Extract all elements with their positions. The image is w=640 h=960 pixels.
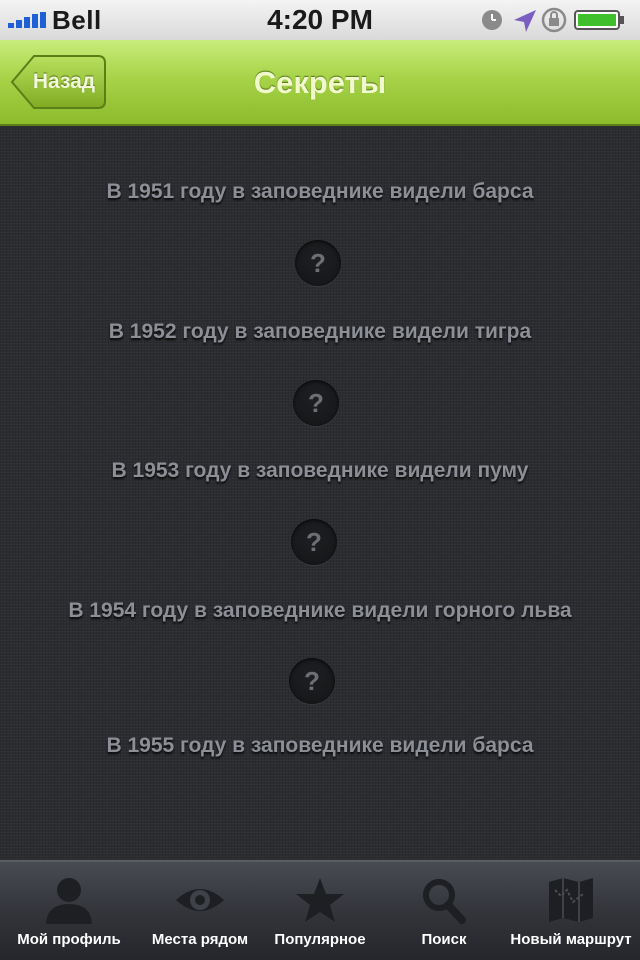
tab-search[interactable]: Поиск [378,862,510,960]
tab-label: Мой профиль [17,931,121,948]
tab-label: Места рядом [151,931,249,948]
map-icon [549,878,593,922]
tab-label: Новый маршрут [510,931,632,948]
star-icon [296,878,344,922]
secret-item-text: В 1953 году в заповеднике видели пуму [111,459,529,482]
secret-item-text: В 1954 году в заповеднике видели горного… [68,599,572,622]
navigation-bar: Назад Секреты [0,40,640,126]
search-icon [423,879,466,924]
tab-label: Популярное [274,931,366,948]
eye-icon [176,889,224,911]
secret-item-text: В 1951 году в заповеднике видели барса [106,180,534,203]
location-arrow-icon [514,10,536,32]
status-icons [482,7,624,33]
question-mark-icon[interactable]: ? [293,380,339,426]
tab-nearby-places[interactable]: Места рядом [138,862,262,960]
person-icon [46,878,92,924]
tab-new-route[interactable]: Новый маршрут [502,862,640,960]
tab-bar: Мой профиль Места рядом Популярное Поиск… [0,860,640,960]
secret-item-text: В 1952 году в заповеднике видели тигра [108,320,532,343]
battery-icon [574,10,624,30]
back-button[interactable]: Назад [10,54,106,110]
tab-label: Поиск [421,931,467,948]
secret-item-text: В 1955 году в заповеднике видели барса [106,734,534,757]
tab-popular[interactable]: Популярное [262,862,378,960]
status-bar: Bell 4:20 PM [0,0,640,40]
question-mark-icon[interactable]: ? [291,519,337,565]
back-button-label: Назад [32,70,96,93]
tab-my-profile[interactable]: Мой профиль [0,862,138,960]
question-mark-icon[interactable]: ? [295,240,341,286]
secrets-list: В 1951 году в заповеднике видели барса ?… [0,128,640,860]
rotation-lock-icon [541,7,567,33]
question-mark-icon[interactable]: ? [289,658,335,704]
alarm-clock-icon [482,10,502,30]
